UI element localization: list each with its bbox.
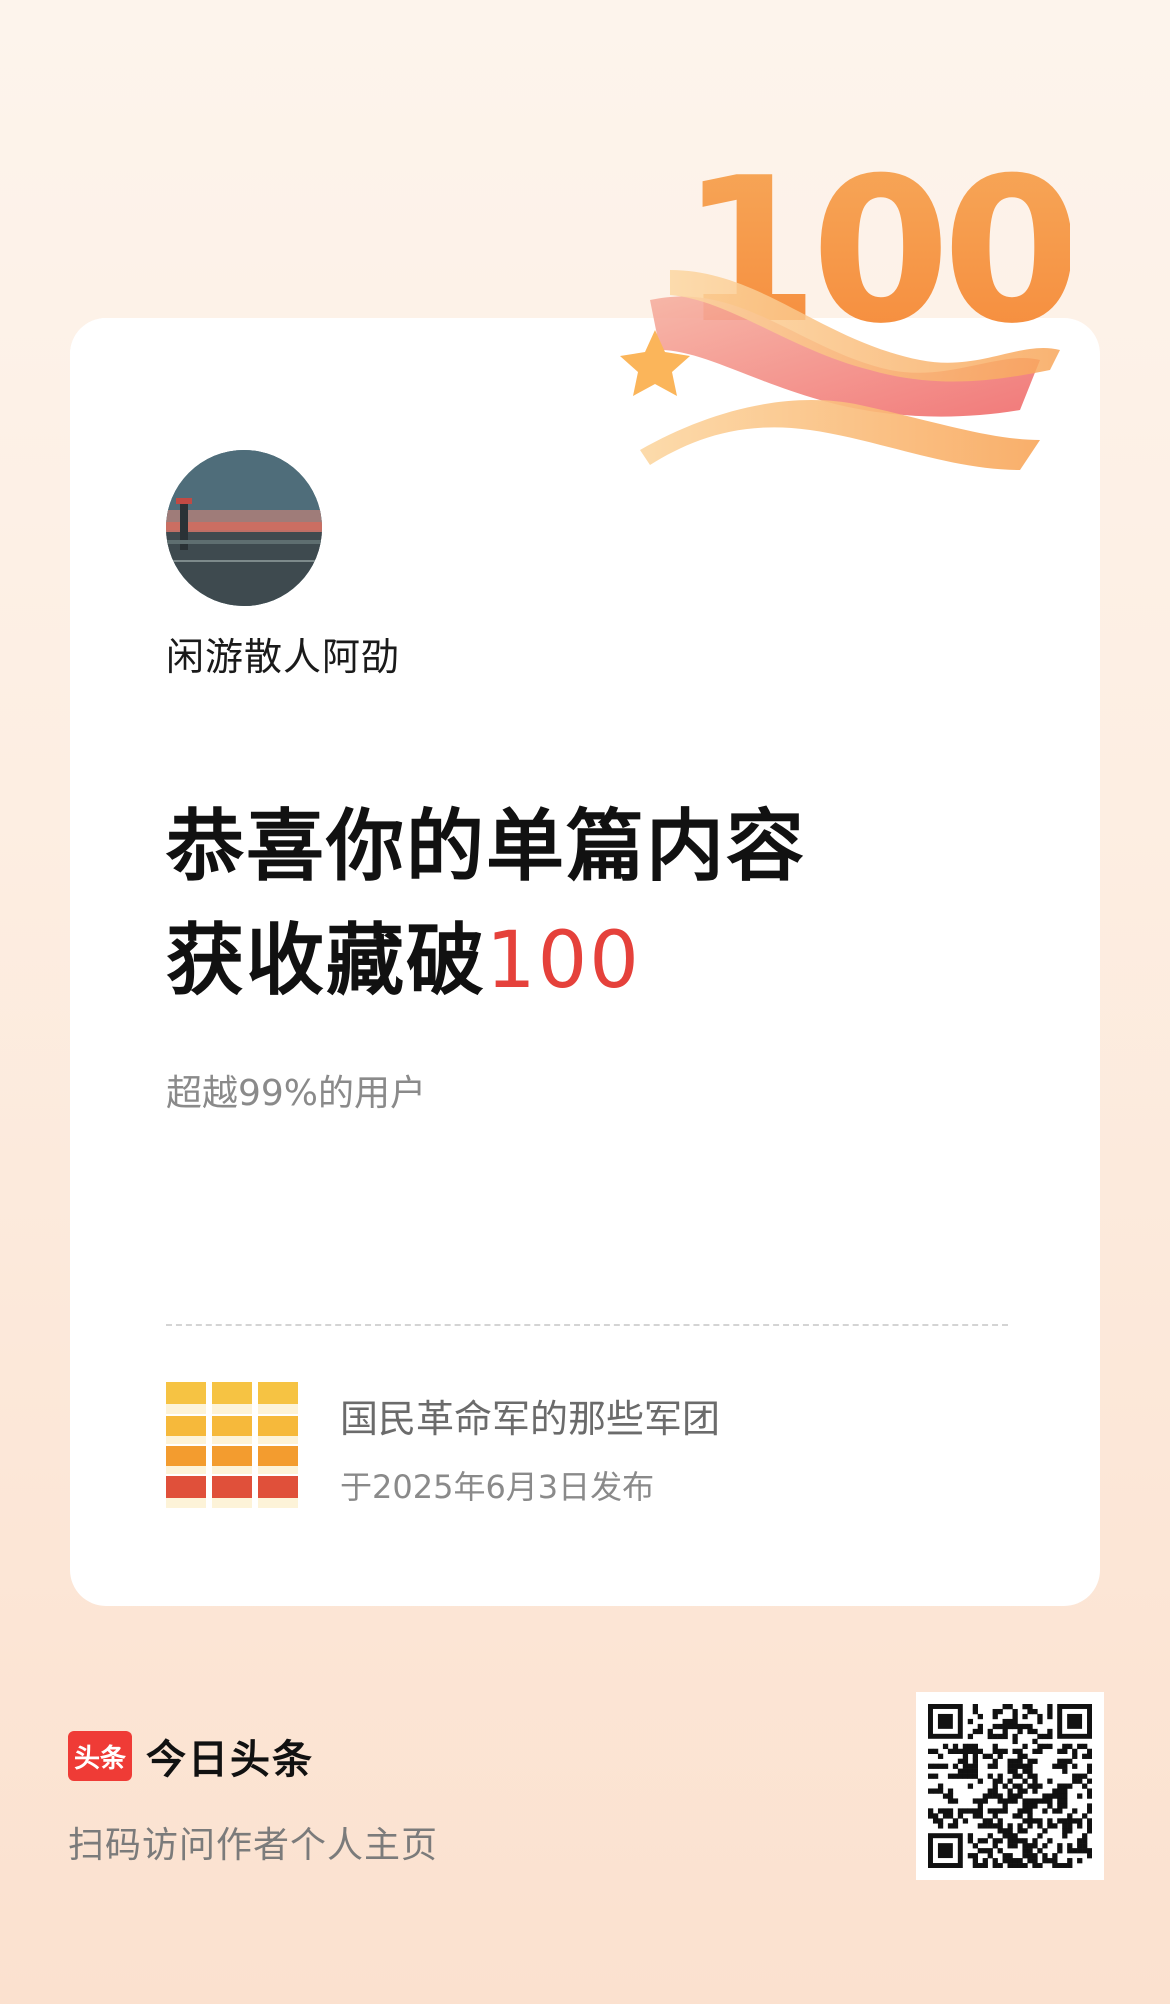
brand: 头条 今日头条 (68, 1728, 314, 1784)
headline-number: 100 (486, 916, 641, 1006)
thumbnail-grid (166, 1382, 298, 1508)
percentile-stat: 超越99%的用户 (166, 1073, 427, 1114)
headline-line-2-text: 获收藏破 (166, 916, 487, 1006)
headline-line-2: 获收藏破100 (166, 904, 806, 1018)
qr-code[interactable] (916, 1692, 1104, 1880)
achievement-card: 闲游散人阿劭 恭喜你的单篇内容 获收藏破100 超越99%的用户 国民革命军的那… (70, 318, 1100, 1606)
avatar (166, 450, 322, 606)
article-publish-date: 于2025年6月3日发布 (340, 1468, 655, 1506)
qr-code-icon (928, 1704, 1092, 1868)
brand-name: 今日头条 (146, 1737, 314, 1783)
headline: 恭喜你的单篇内容 获收藏破100 (166, 790, 806, 1018)
article-thumbnail[interactable] (166, 1382, 298, 1512)
milestone-badge-illustration: 100 (620, 120, 1081, 480)
article-title[interactable]: 国民革命军的那些军团 (340, 1388, 720, 1443)
scan-hint: 扫码访问作者个人主页 (68, 1825, 439, 1866)
headline-line-1: 恭喜你的单篇内容 (166, 802, 807, 892)
author-name: 闲游散人阿劭 (166, 635, 401, 679)
toutiao-logo-icon: 头条 (68, 1731, 132, 1781)
dashed-divider (166, 1324, 1008, 1326)
